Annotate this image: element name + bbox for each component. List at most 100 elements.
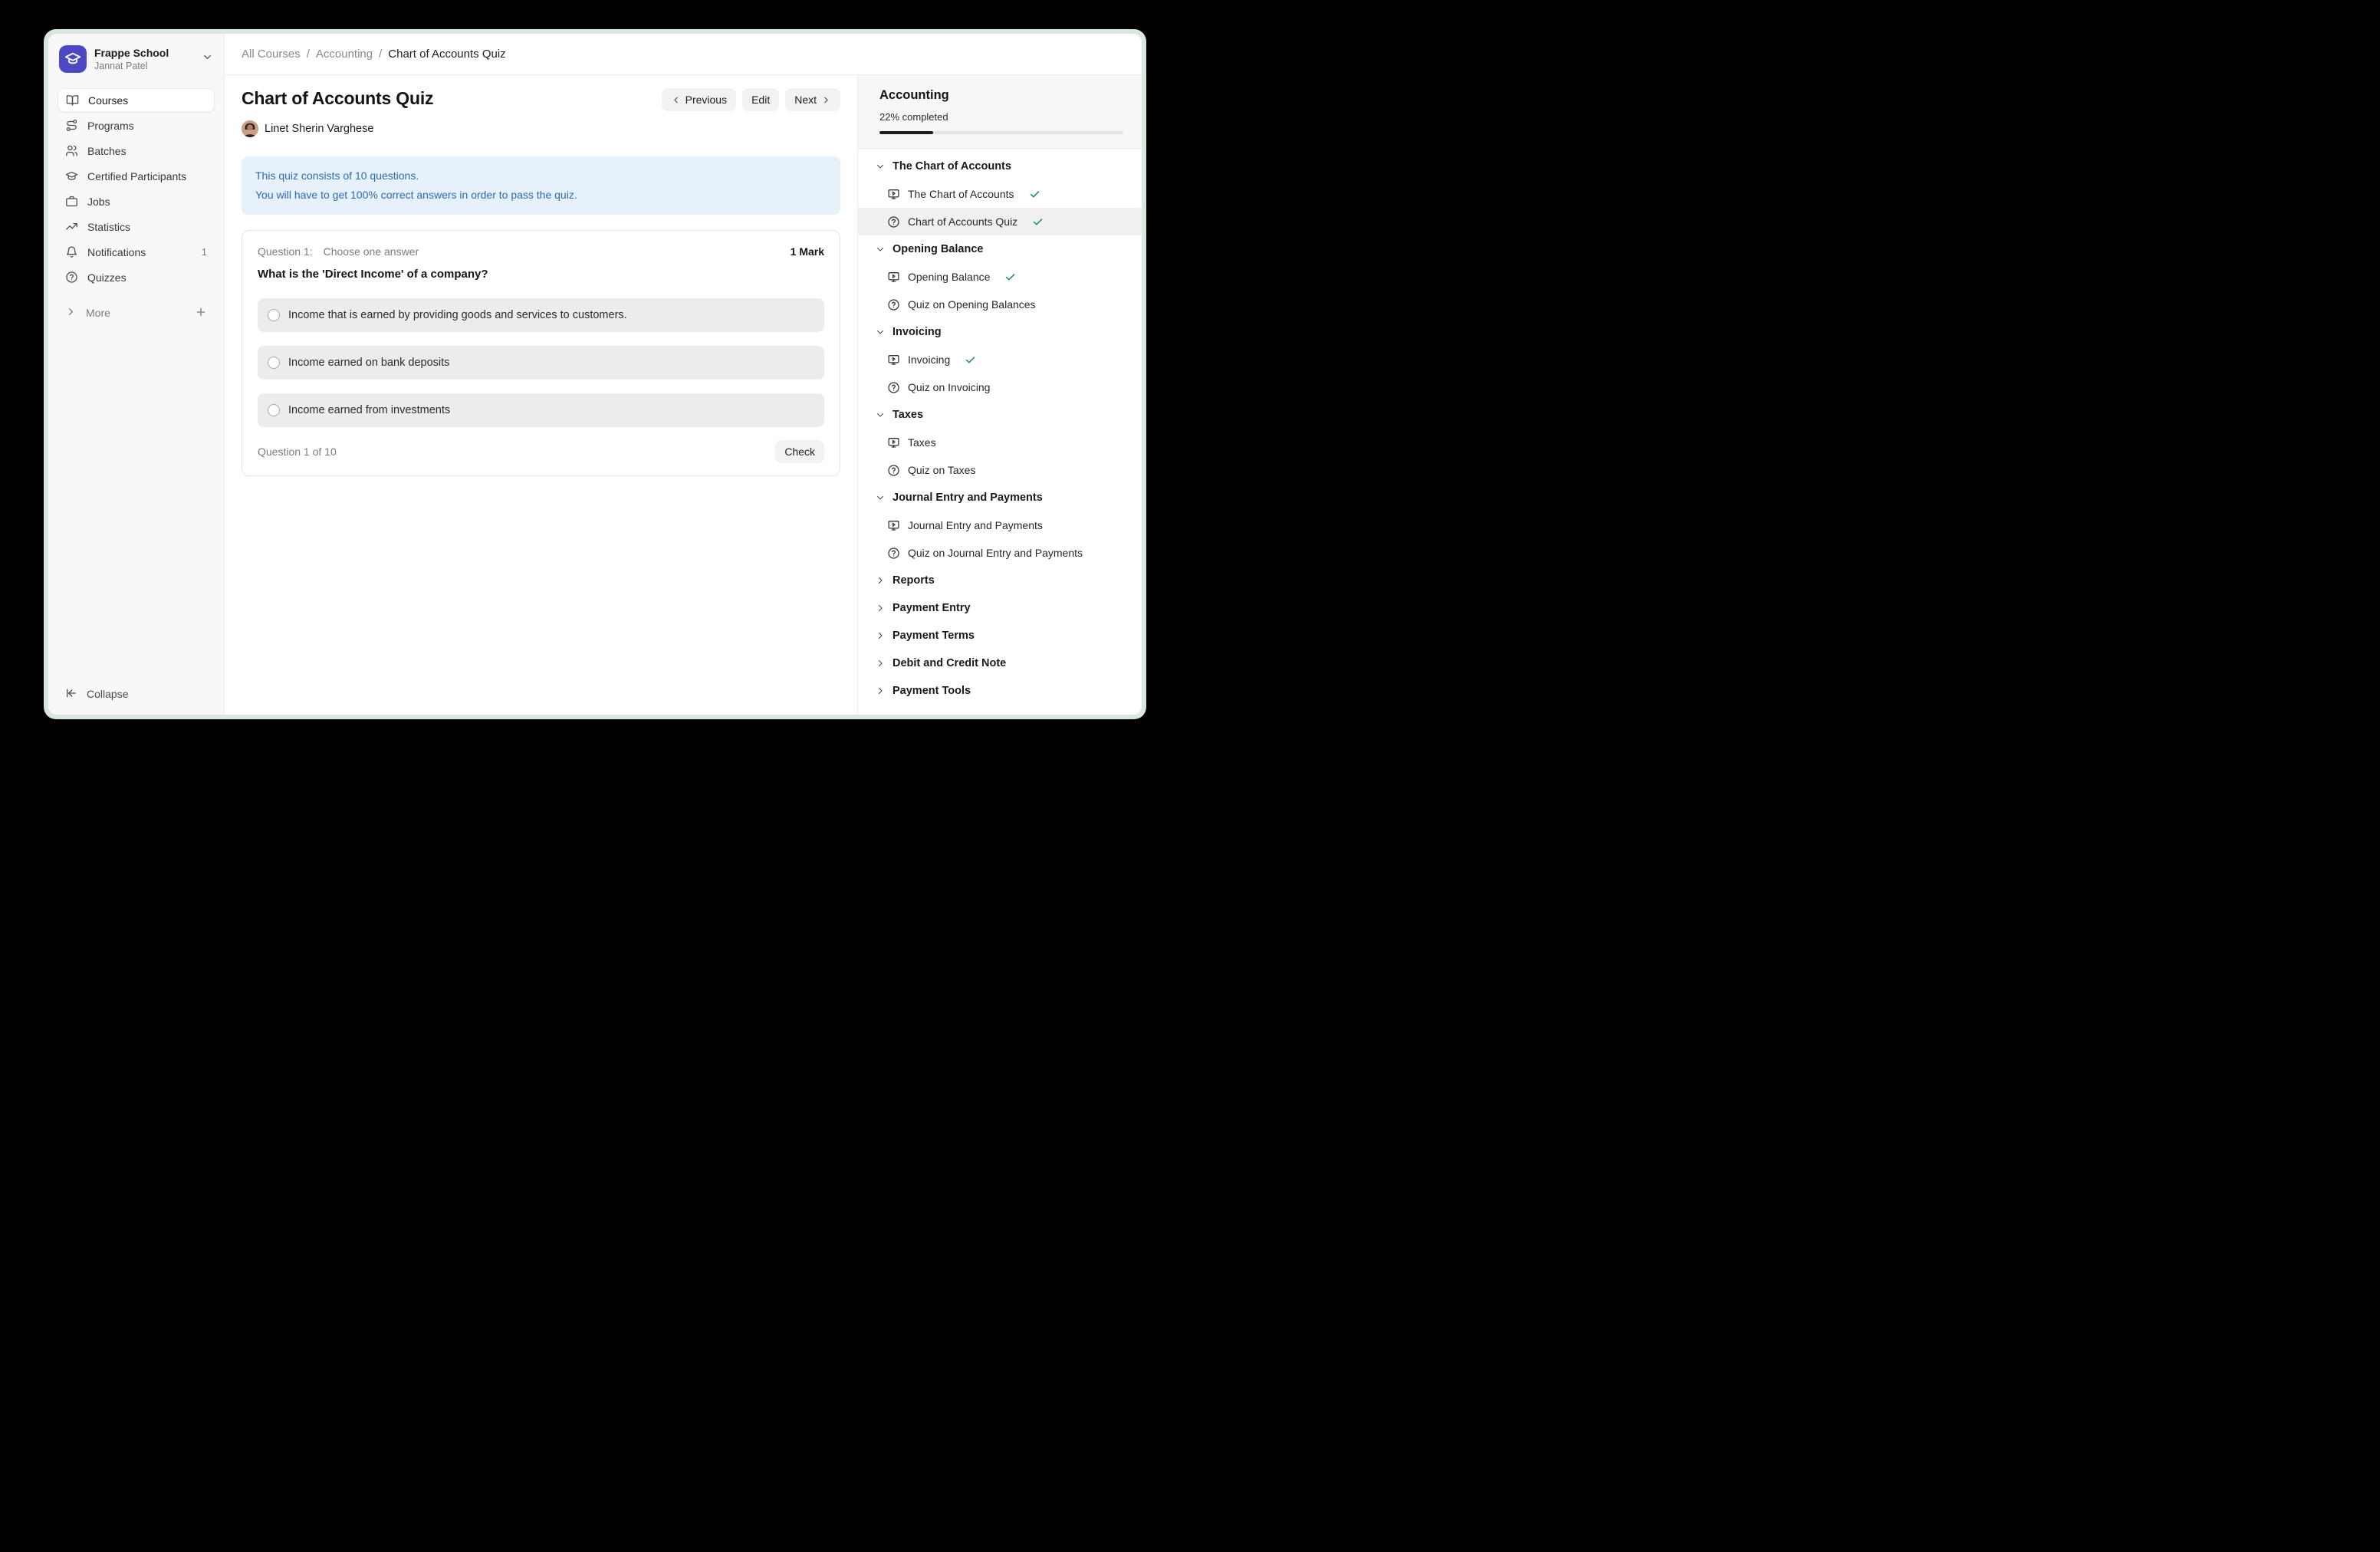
sidebar-item-label: Jobs (87, 196, 207, 208)
breadcrumb-accounting[interactable]: Accounting (316, 48, 373, 61)
question-card: Question 1: Choose one answer 1 Mark Wha… (242, 230, 840, 476)
collapse-sidebar-button[interactable]: Collapse (58, 682, 215, 705)
outline-section-payment-entry[interactable]: Payment Entry (858, 594, 1142, 622)
chevron-down-icon (875, 161, 886, 172)
route-icon (65, 119, 78, 132)
outline-item-quiz-on-taxes[interactable]: Quiz on Taxes (858, 456, 1142, 484)
collapse-label: Collapse (87, 688, 128, 700)
sidebar-item-label: Notifications (87, 246, 192, 258)
monitor-play-icon (887, 519, 900, 532)
monitor-play-icon (887, 353, 900, 367)
answer-option[interactable]: Income earned on bank deposits (258, 346, 824, 380)
main-column: All Courses / Accounting / Chart of Acco… (225, 34, 1142, 715)
page-title: Chart of Accounts Quiz (242, 88, 433, 109)
user-name: Jannat Patel (94, 61, 194, 71)
question-header: Question 1: Choose one answer 1 Mark (258, 245, 824, 258)
breadcrumb-separator: / (307, 48, 310, 61)
sidebar-item-courses[interactable]: Courses (58, 88, 215, 112)
outline-section-label: Payment Tools (893, 685, 971, 697)
chevron-down-icon (875, 244, 886, 255)
author-row: Linet Sherin Varghese (242, 120, 840, 137)
outline-section-label: Opening Balance (893, 243, 983, 255)
app-window: Frappe School Jannat Patel CoursesProgra… (48, 34, 1142, 715)
quiz-page: Chart of Accounts Quiz Previous Edit Nex… (225, 75, 857, 715)
radio-button-icon[interactable] (268, 309, 280, 321)
sidebar-item-quizzes[interactable]: Quizzes (58, 265, 215, 289)
sidebar-item-jobs[interactable]: Jobs (58, 189, 215, 213)
chevron-down-icon (875, 492, 886, 503)
check-button[interactable]: Check (775, 440, 824, 463)
outline-item-label: Taxes (908, 436, 936, 449)
sidebar-item-batches[interactable]: Batches (58, 139, 215, 163)
outline-section-label: Debit and Credit Note (893, 657, 1006, 669)
course-progress-header: Accounting 22% completed (858, 75, 1142, 149)
answer-option-label: Income earned from investments (288, 404, 450, 416)
course-title: Accounting (879, 88, 1123, 103)
course-outline-panel: Accounting 22% completed The Chart of Ac… (857, 75, 1142, 715)
outline-section-reports[interactable]: Reports (858, 567, 1142, 594)
outline-item-opening-balance[interactable]: Opening Balance (858, 263, 1142, 291)
chevron-right-icon (875, 575, 886, 586)
chevron-right-icon (875, 603, 886, 613)
outline-section-label: Invoicing (893, 326, 942, 338)
outline-section-opening-balance[interactable]: Opening Balance (858, 235, 1142, 263)
breadcrumb: All Courses / Accounting / Chart of Acco… (242, 48, 506, 61)
outline-item-quiz-on-journal-entry-and-payments[interactable]: Quiz on Journal Entry and Payments (858, 539, 1142, 567)
frappe-school-logo-icon (59, 45, 87, 73)
help-circle-icon (887, 215, 900, 229)
outline-item-label: Quiz on Taxes (908, 464, 975, 476)
outline-section-journal-entry-and-payments[interactable]: Journal Entry and Payments (858, 484, 1142, 511)
sidebar-item-programs[interactable]: Programs (58, 113, 215, 137)
answer-option[interactable]: Income that is earned by providing goods… (258, 298, 824, 332)
outline-item-chart-of-accounts-quiz[interactable]: Chart of Accounts Quiz (858, 208, 1142, 235)
check-icon (1004, 271, 1016, 283)
sidebar-item-notifications[interactable]: Notifications1 (58, 240, 215, 264)
outline-item-quiz-on-invoicing[interactable]: Quiz on Invoicing (858, 373, 1142, 401)
breadcrumb-all-courses[interactable]: All Courses (242, 48, 301, 61)
course-outline: The Chart of AccountsThe Chart of Accoun… (858, 149, 1142, 715)
chevron-right-icon (875, 630, 886, 641)
outline-section-label: Payment Entry (893, 602, 971, 614)
outline-section-payment-tools[interactable]: Payment Tools (858, 677, 1142, 705)
outline-item-the-chart-of-accounts[interactable]: The Chart of Accounts (858, 180, 1142, 208)
check-icon (1029, 189, 1040, 200)
outline-section-debit-and-credit-note[interactable]: Debit and Credit Note (858, 649, 1142, 677)
progress-bar (879, 131, 1123, 134)
briefcase-icon (65, 195, 78, 208)
sidebar-item-label: Batches (87, 145, 207, 157)
outline-item-invoicing[interactable]: Invoicing (858, 346, 1142, 373)
outline-section-the-chart-of-accounts[interactable]: The Chart of Accounts (858, 153, 1142, 180)
outline-item-quiz-on-opening-balances[interactable]: Quiz on Opening Balances (858, 291, 1142, 318)
answer-option[interactable]: Income earned from investments (258, 393, 824, 427)
edit-button[interactable]: Edit (742, 88, 779, 111)
notice-line: You will have to get 100% correct answer… (255, 186, 827, 205)
sidebar-item-label: Statistics (87, 221, 207, 233)
outline-section-invoicing[interactable]: Invoicing (858, 318, 1142, 346)
question-footer: Question 1 of 10 Check (258, 440, 824, 463)
check-icon (965, 354, 976, 366)
next-button[interactable]: Next (785, 88, 840, 111)
outline-item-label: Quiz on Journal Entry and Payments (908, 547, 1083, 559)
previous-button[interactable]: Previous (662, 88, 736, 111)
chevron-down-icon (875, 409, 886, 420)
question-marks: 1 Mark (791, 245, 824, 258)
outline-section-taxes[interactable]: Taxes (858, 401, 1142, 429)
sidebar-item-certified-participants[interactable]: Certified Participants (58, 164, 215, 188)
chevron-right-icon (65, 306, 77, 320)
radio-button-icon[interactable] (268, 357, 280, 369)
add-icon[interactable] (195, 306, 207, 321)
workspace-info: Frappe School Jannat Patel (94, 47, 194, 71)
workspace-switcher[interactable]: Frappe School Jannat Patel (58, 44, 215, 74)
radio-button-icon[interactable] (268, 404, 280, 416)
outline-section-payment-terms[interactable]: Payment Terms (858, 622, 1142, 649)
sidebar-item-statistics[interactable]: Statistics (58, 215, 215, 238)
outline-item-journal-entry-and-payments[interactable]: Journal Entry and Payments (858, 511, 1142, 539)
outline-item-taxes[interactable]: Taxes (858, 429, 1142, 456)
question-pagination: Question 1 of 10 (258, 446, 337, 458)
author-avatar (242, 120, 258, 137)
graduation-cap-icon (65, 169, 78, 182)
book-open-icon (66, 94, 79, 107)
help-circle-icon (887, 381, 900, 394)
course-progress-text: 22% completed (879, 111, 1123, 123)
sidebar-item-more[interactable]: More (58, 301, 215, 324)
